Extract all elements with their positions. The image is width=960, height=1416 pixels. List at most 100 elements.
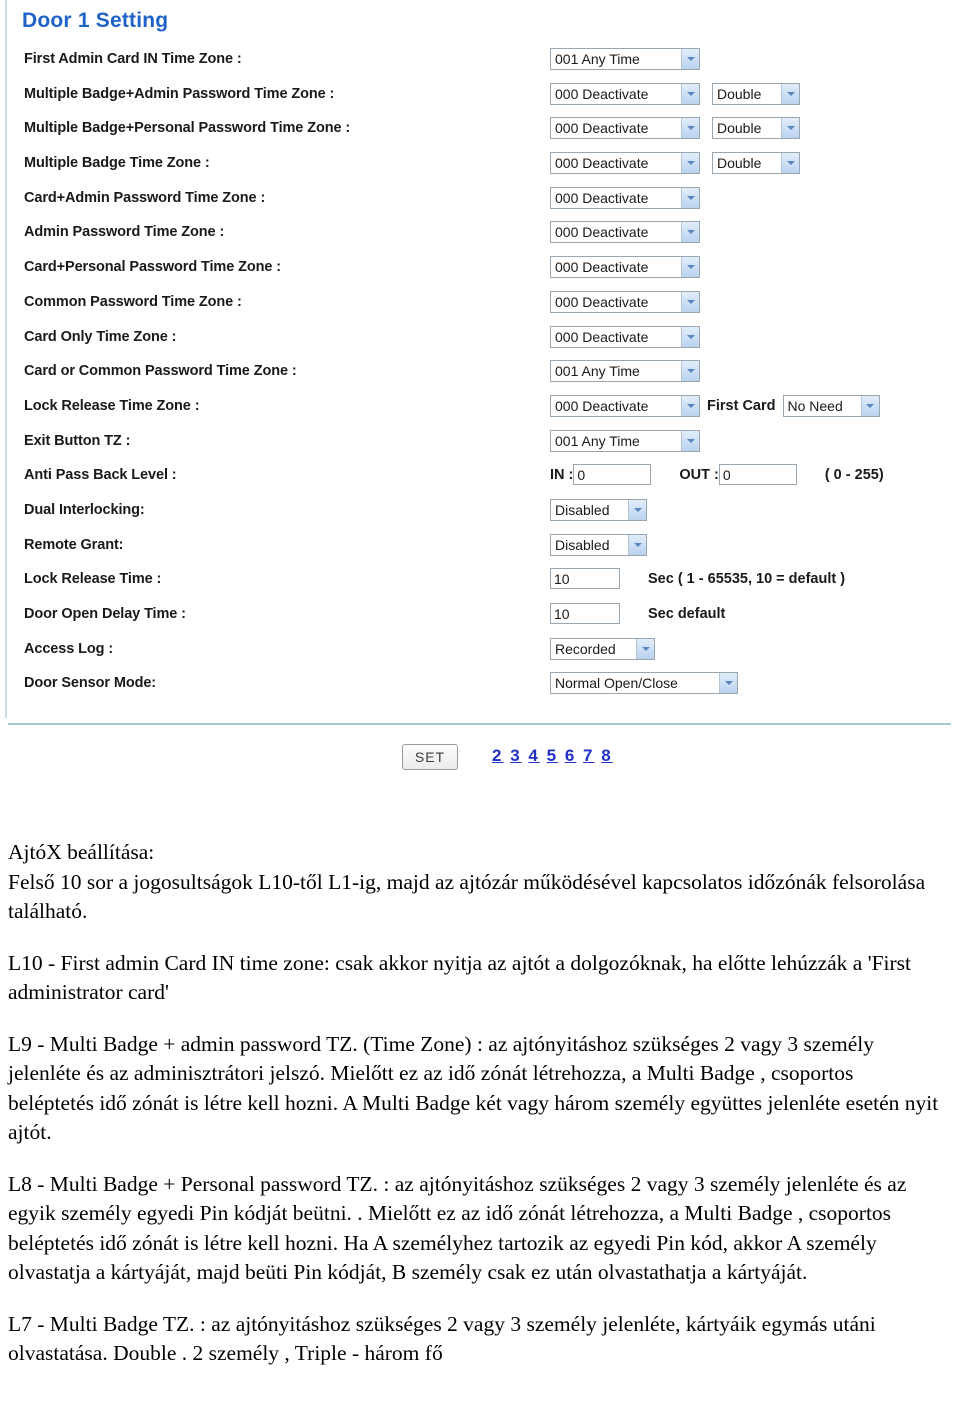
settings-row: Door Sensor Mode: Normal Open/Close bbox=[0, 672, 960, 707]
chevron-down-icon[interactable] bbox=[781, 153, 799, 174]
card-only-time-zone-select[interactable]: 000 Deactivate bbox=[550, 325, 700, 348]
settings-row-controls: 001 Any Time bbox=[550, 429, 700, 452]
multiple-badge-personal-password-count-select[interactable]: Double bbox=[712, 117, 800, 140]
settings-row-label: Lock Release Time Zone : bbox=[24, 397, 200, 414]
settings-row-controls: 000 Deactivate bbox=[550, 221, 700, 244]
chevron-down-icon[interactable] bbox=[681, 49, 699, 69]
multiple-badge-count-select[interactable]: Double bbox=[712, 152, 800, 175]
settings-row: Card+Personal Password Time Zone : 000 De… bbox=[0, 256, 960, 291]
multiple-badge-admin-password-time-zone-select[interactable]: 000 Deactivate bbox=[550, 82, 700, 105]
remote-grant-select[interactable]: Disabled bbox=[550, 533, 647, 556]
settings-row: Multiple Badge Time Zone : 000 Deactivate… bbox=[0, 152, 960, 187]
multiple-badge-time-zone-select[interactable]: 000 Deactivate bbox=[550, 152, 700, 175]
lock-release-time-input[interactable]: 10 bbox=[550, 568, 620, 590]
chevron-down-icon[interactable] bbox=[681, 430, 699, 451]
select-value: Double bbox=[717, 85, 762, 102]
select-value: No Need bbox=[787, 397, 843, 414]
first-admin-card-in-time-zone-select[interactable]: 001 Any Time bbox=[550, 48, 700, 70]
settings-row-controls: 10 Sec ( 1 - 65535, 10 = default ) bbox=[550, 568, 845, 590]
select-value: 000 Deactivate bbox=[555, 259, 649, 276]
page-link-2[interactable]: 2 bbox=[492, 746, 503, 765]
settings-row: Anti Pass Back Level : IN :0 OUT :0( 0 - 2… bbox=[0, 464, 960, 499]
settings-row-controls: 000 Deactivate bbox=[550, 290, 700, 313]
chevron-down-icon[interactable] bbox=[681, 118, 699, 139]
multiple-badge-admin-password-count-select[interactable]: Double bbox=[712, 82, 800, 105]
chevron-down-icon[interactable] bbox=[681, 395, 699, 416]
page-link-6[interactable]: 6 bbox=[565, 746, 576, 765]
chevron-down-icon[interactable] bbox=[681, 83, 699, 104]
settings-row-controls: 000 Deactivate Double bbox=[550, 82, 800, 105]
chevron-down-icon[interactable] bbox=[628, 534, 646, 555]
chevron-down-icon[interactable] bbox=[781, 118, 799, 139]
settings-row-label: Common Password Time Zone : bbox=[24, 293, 242, 310]
card-personal-password-time-zone-select[interactable]: 000 Deactivate bbox=[550, 256, 700, 279]
chevron-down-icon[interactable] bbox=[681, 361, 699, 382]
door-sensor-mode-select[interactable]: Normal Open/Close bbox=[550, 672, 738, 695]
select-value: Double bbox=[717, 120, 762, 137]
select-value: 000 Deactivate bbox=[555, 189, 649, 206]
doc-paragraph: Felső 10 sor a jogosultságok L10-től L1-… bbox=[8, 869, 926, 924]
settings-row-label: First Admin Card IN Time Zone : bbox=[24, 51, 242, 67]
settings-row-label: Anti Pass Back Level : bbox=[24, 467, 177, 484]
card-admin-password-time-zone-select[interactable]: 000 Deactivate bbox=[550, 186, 700, 209]
section-divider bbox=[8, 723, 951, 725]
page-link-5[interactable]: 5 bbox=[547, 746, 558, 765]
settings-row: Common Password Time Zone : 000 Deactivat… bbox=[0, 290, 960, 326]
card-or-common-password-time-zone-select[interactable]: 001 Any Time bbox=[550, 360, 700, 383]
access-log-select[interactable]: Recorded bbox=[550, 637, 655, 660]
settings-form: First Admin Card IN Time Zone : 001 Any T… bbox=[0, 48, 960, 707]
common-password-time-zone-select[interactable]: 000 Deactivate bbox=[550, 290, 700, 313]
settings-row-controls: 000 Deactivate bbox=[550, 186, 700, 209]
select-value: Normal Open/Close bbox=[555, 675, 678, 692]
doc-spacer bbox=[0, 1008, 960, 1030]
settings-row-label: Card or Common Password Time Zone : bbox=[24, 363, 297, 380]
chevron-down-icon[interactable] bbox=[636, 638, 654, 659]
page-link-8[interactable]: 8 bbox=[601, 746, 612, 765]
multiple-badge-personal-password-time-zone-select[interactable]: 000 Deactivate bbox=[550, 117, 700, 140]
settings-row-controls: IN :0 OUT :0( 0 - 255) bbox=[550, 464, 884, 486]
chevron-down-icon[interactable] bbox=[681, 257, 699, 278]
doc-paragraph: L8 - Multi Badge + Personal password TZ.… bbox=[8, 1171, 907, 1285]
set-button[interactable]: SET bbox=[402, 744, 458, 770]
chevron-down-icon[interactable] bbox=[681, 291, 699, 312]
page-link-4[interactable]: 4 bbox=[528, 746, 539, 765]
door-open-delay-time-input[interactable]: 10 bbox=[550, 603, 620, 624]
first-card-select[interactable]: No Need bbox=[782, 394, 880, 417]
settings-row: Multiple Badge+Admin Password Time Zone … bbox=[0, 82, 960, 118]
settings-row-label: Multiple Badge Time Zone : bbox=[24, 155, 210, 172]
chevron-down-icon[interactable] bbox=[719, 673, 737, 694]
chevron-down-icon[interactable] bbox=[681, 222, 699, 243]
settings-row-controls: 000 Deactivate Double bbox=[550, 117, 800, 140]
chevron-down-icon[interactable] bbox=[781, 83, 799, 104]
settings-row-controls: Disabled bbox=[550, 533, 647, 556]
settings-row-label: Multiple Badge+Admin Password Time Zone … bbox=[24, 85, 335, 102]
chevron-down-icon[interactable] bbox=[628, 499, 646, 520]
anti-pass-back-out-input[interactable]: 0 bbox=[718, 464, 797, 486]
chevron-down-icon[interactable] bbox=[681, 326, 699, 347]
chevron-down-icon[interactable] bbox=[860, 395, 879, 416]
settings-row: Remote Grant: Disabled bbox=[0, 533, 960, 569]
settings-row-label: Remote Grant: bbox=[24, 536, 124, 553]
page-link-3[interactable]: 3 bbox=[510, 746, 521, 765]
hungarian-description-text: AjtóX beállítása: Felső 10 sor a jogosult… bbox=[0, 838, 960, 1369]
doc-paragraph: L10 - First admin Card IN time zone: csa… bbox=[8, 950, 912, 1005]
select-value: 000 Deactivate bbox=[555, 155, 649, 172]
chevron-down-icon[interactable] bbox=[681, 187, 699, 208]
anti-pass-back-in-input[interactable]: 0 bbox=[573, 464, 652, 486]
settings-row: Multiple Badge+Personal Password Time Zo… bbox=[0, 117, 960, 152]
page-link-7[interactable]: 7 bbox=[583, 746, 594, 765]
anti-pass-back-in-label: IN : bbox=[550, 466, 574, 483]
select-value: 000 Deactivate bbox=[555, 85, 649, 102]
settings-row-label: Dual Interlocking: bbox=[24, 501, 145, 518]
dual-interlocking-select[interactable]: Disabled bbox=[550, 498, 647, 521]
settings-row-controls: Disabled bbox=[550, 498, 647, 521]
settings-row: First Admin Card IN Time Zone : 001 Any T… bbox=[0, 48, 960, 83]
settings-row: Door Open Delay Time : 10 Sec default bbox=[0, 603, 960, 638]
select-value: Double bbox=[717, 155, 762, 172]
first-card-label: First Card bbox=[707, 397, 776, 414]
settings-row-label: Exit Button TZ : bbox=[24, 432, 131, 449]
chevron-down-icon[interactable] bbox=[681, 153, 699, 174]
admin-password-time-zone-select[interactable]: 000 Deactivate bbox=[550, 221, 700, 244]
exit-button-time-zone-select[interactable]: 001 Any Time bbox=[550, 429, 700, 452]
lock-release-time-zone-select[interactable]: 000 Deactivate bbox=[550, 394, 700, 417]
